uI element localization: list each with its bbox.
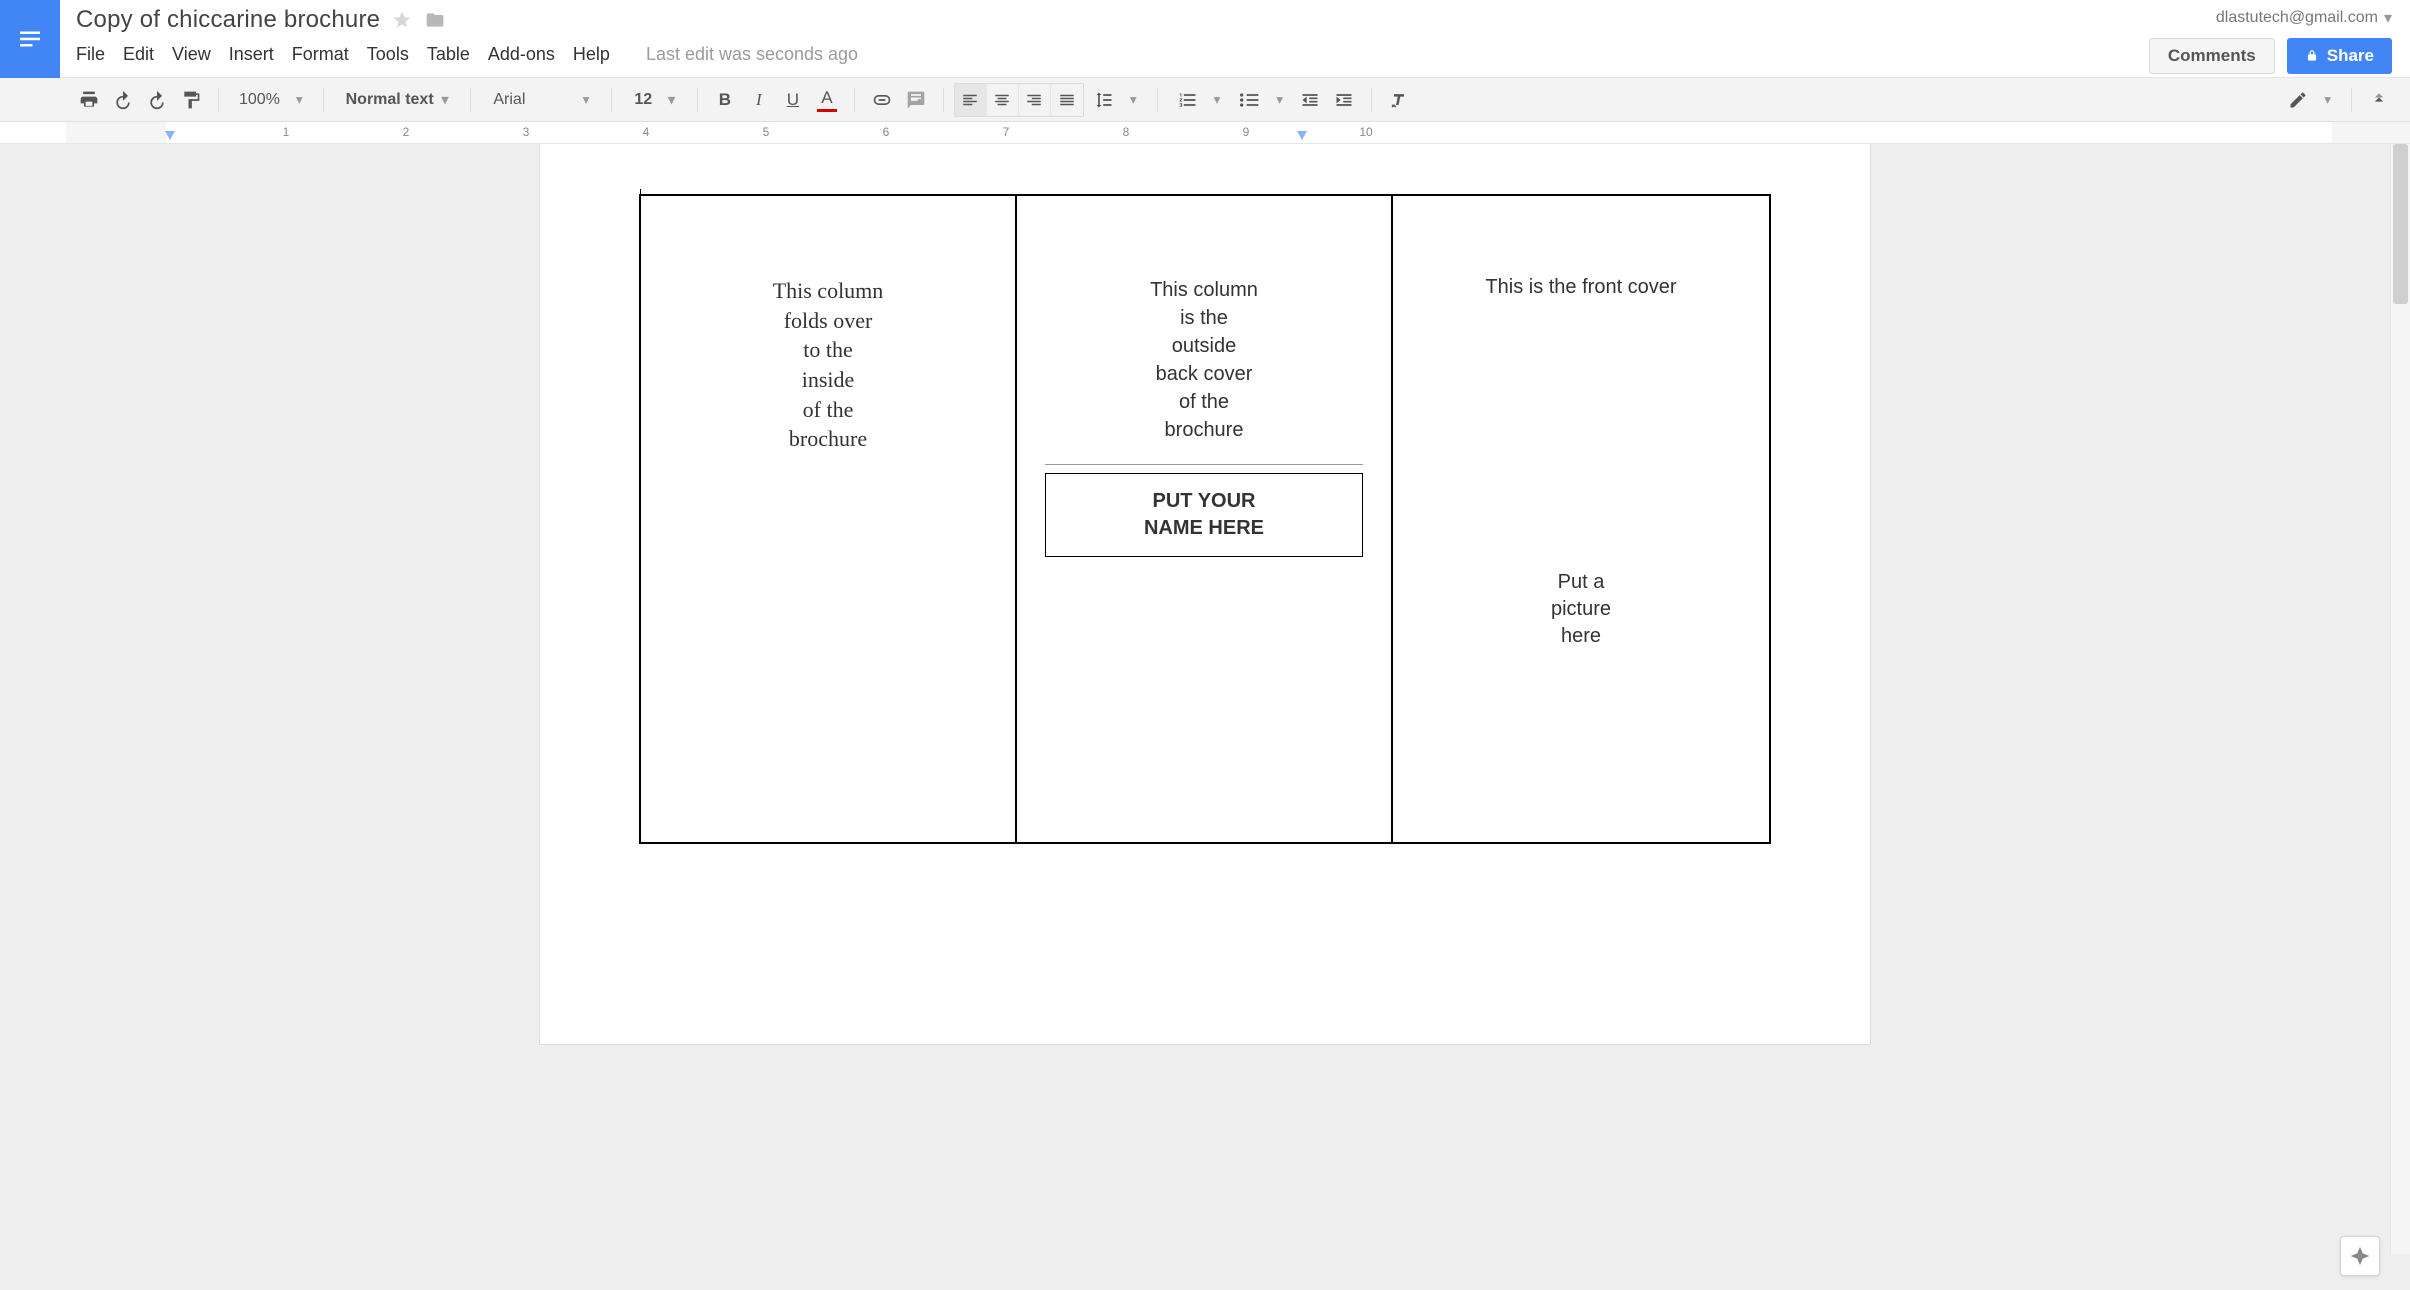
- text-color-icon[interactable]: A: [810, 84, 844, 116]
- menu-file[interactable]: File: [76, 44, 105, 65]
- toolbar: 100%▾ Normal text▾ Arial▾ 12▾ B I U A: [0, 78, 2410, 122]
- menu-view[interactable]: View: [172, 44, 211, 65]
- separator: [323, 88, 324, 112]
- separator: [218, 88, 219, 112]
- separator: [2351, 88, 2352, 112]
- zoom-value: 100%: [239, 91, 280, 109]
- insert-comment-icon[interactable]: [899, 84, 933, 116]
- menu-tools[interactable]: Tools: [367, 44, 409, 65]
- ruler-number: 10: [1359, 125, 1372, 139]
- align-left-icon[interactable]: [955, 84, 987, 116]
- col2-text[interactable]: This column is the outside back cover of…: [1045, 276, 1363, 444]
- col3-title[interactable]: This is the front cover: [1421, 276, 1741, 299]
- separator: [854, 88, 855, 112]
- paragraph-style-value: Normal text: [346, 91, 434, 109]
- italic-icon[interactable]: I: [742, 84, 776, 116]
- bold-icon[interactable]: B: [708, 84, 742, 116]
- line-spacing-icon[interactable]: ▾: [1084, 84, 1147, 116]
- docs-logo[interactable]: [0, 0, 60, 78]
- align-group: [954, 83, 1084, 117]
- text-cursor: [640, 189, 641, 215]
- document-title[interactable]: Copy of chiccarine brochure: [76, 6, 380, 34]
- menu-edit[interactable]: Edit: [123, 44, 154, 65]
- chevron-down-icon: ▾: [2384, 8, 2392, 28]
- page[interactable]: This column folds over to the inside of …: [540, 144, 1870, 1044]
- document-canvas[interactable]: This column folds over to the inside of …: [0, 144, 2410, 1290]
- font-family-select[interactable]: Arial▾: [481, 84, 601, 116]
- font-family-value: Arial: [493, 91, 525, 109]
- ruler-number: 2: [403, 125, 410, 139]
- last-edit-text[interactable]: Last edit was seconds ago: [646, 44, 858, 65]
- separator: [611, 88, 612, 112]
- separator: [943, 88, 944, 112]
- collapse-toolbar-icon[interactable]: [2362, 84, 2396, 116]
- separator: [697, 88, 698, 112]
- print-icon[interactable]: [72, 84, 106, 116]
- increase-indent-icon[interactable]: [1327, 84, 1361, 116]
- undo-icon[interactable]: [106, 84, 140, 116]
- editing-mode-select[interactable]: ▾: [2278, 84, 2341, 116]
- explore-button[interactable]: [2340, 1236, 2380, 1276]
- ruler-number: 4: [643, 125, 650, 139]
- titlebar: Copy of chiccarine brochure File Edit Vi…: [0, 0, 2410, 78]
- align-right-icon[interactable]: [1019, 84, 1051, 116]
- star-icon[interactable]: [392, 10, 412, 30]
- redo-icon[interactable]: [140, 84, 174, 116]
- zoom-select[interactable]: 100%▾: [229, 84, 313, 116]
- right-indent-marker[interactable]: [1296, 130, 1308, 145]
- numbered-list-icon[interactable]: ▾: [1168, 84, 1231, 116]
- bulleted-list-icon[interactable]: ▾: [1230, 84, 1293, 116]
- ruler-number: 8: [1123, 125, 1130, 139]
- ruler-number: 7: [1003, 125, 1010, 139]
- menu-table[interactable]: Table: [427, 44, 470, 65]
- brochure-col-3[interactable]: This is the front cover Put a picture he…: [1393, 196, 1769, 842]
- move-to-folder-icon[interactable]: [424, 10, 446, 30]
- ruler-number: 3: [523, 125, 530, 139]
- account-switcher[interactable]: dlastutech@gmail.com ▾: [2216, 8, 2392, 28]
- col1-text[interactable]: This column folds over to the inside of …: [669, 276, 987, 454]
- insert-link-icon[interactable]: [865, 84, 899, 116]
- ruler-number: 9: [1243, 125, 1250, 139]
- horizontal-ruler[interactable]: 1 2 3 4 5 6 7 8 9 10: [0, 122, 2410, 144]
- paint-format-icon[interactable]: [174, 84, 208, 116]
- scrollbar-thumb[interactable]: [2393, 144, 2408, 304]
- menu-insert[interactable]: Insert: [229, 44, 274, 65]
- divider: [1045, 464, 1363, 465]
- separator: [1371, 88, 1372, 112]
- ruler-number: 6: [883, 125, 890, 139]
- brochure-table[interactable]: This column folds over to the inside of …: [639, 194, 1771, 844]
- font-size-select[interactable]: 12▾: [622, 84, 687, 116]
- menu-addons[interactable]: Add-ons: [488, 44, 555, 65]
- align-justify-icon[interactable]: [1051, 84, 1083, 116]
- left-indent-marker[interactable]: [164, 130, 176, 145]
- font-size-value: 12: [634, 91, 652, 109]
- separator: [470, 88, 471, 112]
- paragraph-style-select[interactable]: Normal text▾: [334, 84, 461, 116]
- ruler-number: 5: [763, 125, 770, 139]
- ruler-number: 1: [283, 125, 290, 139]
- menu-help[interactable]: Help: [573, 44, 610, 65]
- brochure-col-1[interactable]: This column folds over to the inside of …: [641, 196, 1017, 842]
- vertical-scrollbar[interactable]: [2390, 144, 2410, 1254]
- comments-button[interactable]: Comments: [2149, 38, 2275, 74]
- share-label: Share: [2327, 46, 2374, 66]
- underline-icon[interactable]: U: [776, 84, 810, 116]
- share-button[interactable]: Share: [2287, 38, 2392, 74]
- name-box[interactable]: PUT YOUR NAME HERE: [1045, 473, 1363, 557]
- account-email: dlastutech@gmail.com: [2216, 9, 2378, 27]
- brochure-col-2[interactable]: This column is the outside back cover of…: [1017, 196, 1393, 842]
- align-center-icon[interactable]: [987, 84, 1019, 116]
- separator: [1157, 88, 1158, 112]
- col3-picture-placeholder[interactable]: Put a picture here: [1421, 569, 1741, 650]
- decrease-indent-icon[interactable]: [1293, 84, 1327, 116]
- menubar: File Edit View Insert Format Tools Table…: [76, 34, 2137, 65]
- menu-format[interactable]: Format: [292, 44, 349, 65]
- clear-formatting-icon[interactable]: [1382, 84, 1416, 116]
